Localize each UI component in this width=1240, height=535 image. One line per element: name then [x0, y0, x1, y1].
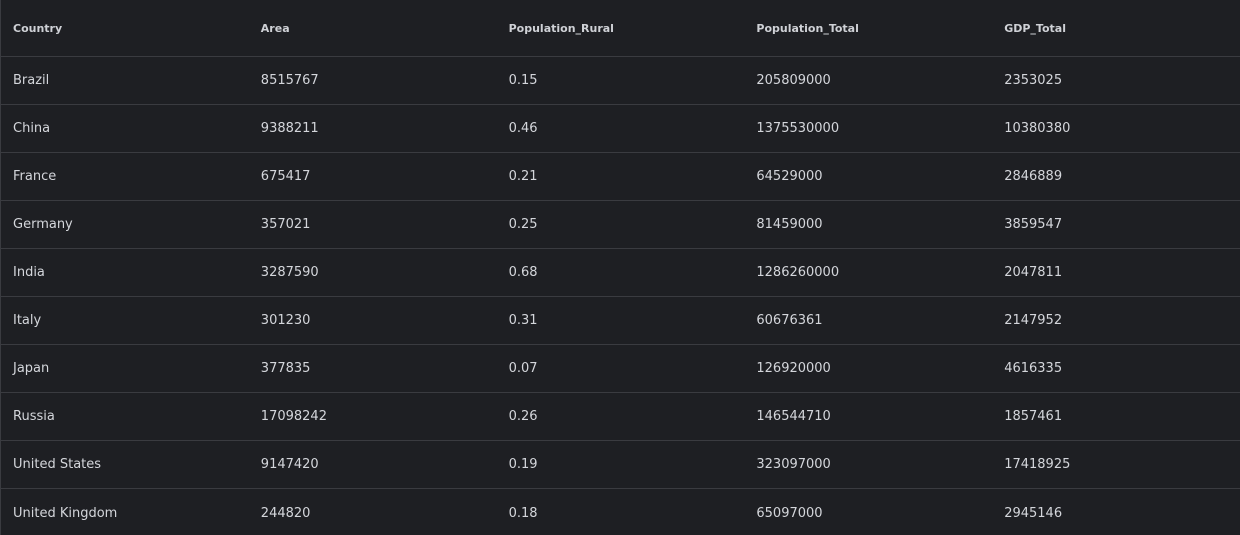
table-cell: 675417 — [260, 169, 311, 184]
table-cell: 205809000 — [756, 73, 831, 88]
table-cell: 0.31 — [508, 313, 538, 328]
table-cell: 244820 — [260, 505, 311, 521]
table-row[interactable]: China 9388211 0.46 1375530000 10380380 — [1, 105, 1240, 153]
table-cell: 2353025 — [1004, 73, 1063, 88]
table-cell: 377835 — [260, 361, 311, 376]
table-header-row: Country Area Population_Rural Population… — [1, 0, 1240, 57]
table-cell: 2147952 — [1004, 313, 1063, 328]
table-cell: 2945146 — [1004, 505, 1063, 521]
table-cell: France — [13, 169, 57, 184]
table-cell: 1857461 — [1004, 409, 1063, 424]
table-row[interactable]: France 675417 0.21 64529000 2846889 — [1, 153, 1240, 201]
table-cell: 0.07 — [508, 361, 538, 376]
table-cell: 323097000 — [756, 457, 831, 472]
column-header-area[interactable]: Area — [249, 22, 497, 35]
table-row[interactable]: Germany 357021 0.25 81459000 3859547 — [1, 201, 1240, 249]
table-cell: 0.21 — [508, 169, 538, 184]
table-cell: 60676361 — [756, 313, 823, 328]
table-cell: India — [13, 265, 45, 280]
table-cell: 3859547 — [1004, 217, 1063, 232]
table-row[interactable]: India 3287590 0.68 1286260000 2047811 — [1, 249, 1240, 297]
table-cell: 2047811 — [1004, 265, 1063, 280]
table-cell: 0.26 — [508, 409, 538, 424]
table-row[interactable]: United Kingdom 244820 0.18 65097000 2945… — [1, 489, 1240, 535]
table-cell: 1286260000 — [756, 265, 840, 280]
table-row[interactable]: Brazil 8515767 0.15 205809000 2353025 — [1, 57, 1240, 105]
table-cell: United Kingdom — [13, 505, 118, 521]
table-row[interactable]: Russia 17098242 0.26 146544710 1857461 — [1, 393, 1240, 441]
table-cell: 64529000 — [756, 169, 823, 184]
column-header-population-rural[interactable]: Population_Rural — [497, 22, 745, 35]
table-cell: 4616335 — [1004, 361, 1063, 376]
table-cell: 8515767 — [260, 73, 319, 88]
table-cell: 357021 — [260, 217, 311, 232]
table-cell: 65097000 — [756, 505, 823, 521]
data-table: Country Area Population_Rural Population… — [0, 0, 1240, 535]
table-cell: Japan — [13, 361, 50, 376]
table-cell: 17098242 — [260, 409, 327, 424]
table-cell: China — [13, 121, 51, 136]
table-cell: 0.19 — [508, 457, 538, 472]
table-cell: 0.18 — [508, 505, 538, 521]
table-cell: 2846889 — [1004, 169, 1063, 184]
table-cell: Italy — [13, 313, 42, 328]
table-cell: 10380380 — [1004, 121, 1071, 136]
table-cell: 301230 — [260, 313, 311, 328]
table-cell: 17418925 — [1004, 457, 1071, 472]
table-cell: 0.46 — [508, 121, 538, 136]
table-cell: 3287590 — [260, 265, 319, 280]
table-cell: Germany — [13, 217, 73, 232]
table-cell: Brazil — [13, 73, 50, 88]
table-cell: 0.68 — [508, 265, 538, 280]
table-cell: 9388211 — [260, 121, 319, 136]
column-header-country[interactable]: Country — [1, 22, 249, 35]
table-cell: 126920000 — [756, 361, 831, 376]
table-row[interactable]: Japan 377835 0.07 126920000 4616335 — [1, 345, 1240, 393]
column-header-gdp-total[interactable]: GDP_Total — [992, 22, 1240, 35]
table-cell: 146544710 — [756, 409, 831, 424]
table-cell: Russia — [13, 409, 55, 424]
table-cell: 0.25 — [508, 217, 538, 232]
table-cell: 0.15 — [508, 73, 538, 88]
table-cell: 9147420 — [260, 457, 319, 472]
table-cell: 1375530000 — [756, 121, 840, 136]
table-row[interactable]: Italy 301230 0.31 60676361 2147952 — [1, 297, 1240, 345]
column-header-population-total[interactable]: Population_Total — [744, 22, 992, 35]
table-row[interactable]: United States 9147420 0.19 323097000 174… — [1, 441, 1240, 489]
table-cell: 81459000 — [756, 217, 823, 232]
table-cell: United States — [13, 457, 102, 472]
